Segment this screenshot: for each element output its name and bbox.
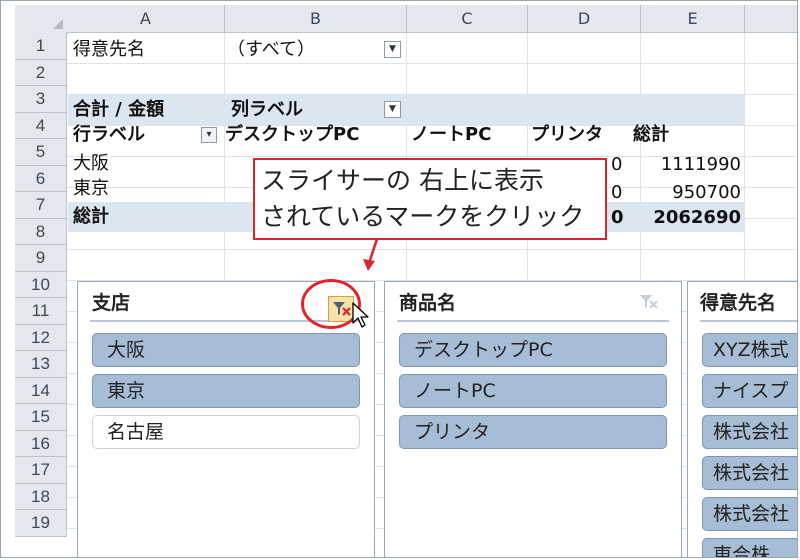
callout-line-1: スライサーの 右上に表示 (261, 166, 544, 195)
select-all-corner[interactable] (15, 5, 68, 34)
slicer-item-customer-4[interactable]: 株式会社 (702, 456, 797, 490)
col-header-notebook: ノートPC (411, 124, 492, 145)
filter-dropdown-arrow-icon[interactable]: ▼ (384, 41, 401, 58)
row-label-tokyo: 東京 (73, 178, 109, 199)
slicer-item-label: XYZ株式 (713, 339, 789, 361)
row-header-17[interactable]: 17 (15, 457, 67, 484)
row-header-2[interactable]: 2 (15, 59, 67, 86)
slicer-product[interactable]: 商品名 デスクトップPC ノートPC プリンタ (384, 281, 682, 557)
col-header-printer: プリンタ (531, 124, 603, 145)
slicer-item-label: 名古屋 (107, 421, 165, 443)
spreadsheet-window: A B C D E 1 2 3 4 5 6 7 8 9 10 11 12 13 14 15 16 17 18 19 … (0, 0, 798, 558)
clear-filter-icon-disabled[interactable] (635, 290, 661, 316)
select-all-triangle (53, 19, 63, 29)
slicer-item-customer-2[interactable]: ナイスプ (702, 374, 797, 408)
slicer-product-title: 商品名 (399, 292, 457, 314)
row-header-13[interactable]: 13 (15, 351, 67, 378)
row-header-18[interactable]: 18 (15, 483, 67, 510)
row-label-grand-total: 総計 (73, 206, 109, 227)
slicer-branch-title: 支店 (92, 292, 131, 314)
row-header-15[interactable]: 15 (15, 404, 67, 431)
slicer-item-label: 東京 (107, 380, 146, 402)
grand-total-printer-partial: 0 (611, 207, 624, 228)
slicer-item-label: 株式会社 (713, 503, 790, 525)
row-header-5[interactable]: 5 (15, 139, 67, 166)
row-header-11[interactable]: 11 (15, 298, 67, 325)
slicer-item-label: プリンタ (414, 421, 491, 443)
slicer-customer[interactable]: 得意先名 XYZ株式 ナイスプ 株式会社 株式会社 株式会社 東合株 (687, 281, 797, 558)
tokyo-total: 950700 (672, 182, 741, 203)
column-header-a[interactable]: A (67, 5, 225, 33)
slicer-item-desktop[interactable]: デスクトップPC (399, 333, 667, 367)
slicer-item-customer-3[interactable]: 株式会社 (702, 415, 797, 449)
slicer-item-osaka[interactable]: 大阪 (92, 333, 360, 367)
slicer-item-notebook[interactable]: ノートPC (399, 374, 667, 408)
row-header-3[interactable]: 3 (15, 86, 67, 113)
osaka-printer-partial: 0 (611, 154, 623, 175)
callout-line-2: されているマークをクリック (261, 202, 585, 231)
column-header-f[interactable] (745, 5, 797, 33)
slicer-item-customer-1[interactable]: XYZ株式 (702, 333, 797, 367)
row-header-12[interactable]: 12 (15, 324, 67, 351)
slicer-item-nagoya[interactable]: 名古屋 (92, 415, 360, 449)
tokyo-printer-partial: 0 (611, 182, 623, 203)
slicer-item-customer-5[interactable]: 株式会社 (702, 497, 797, 531)
pivot-sum-label: 合計 / 金額 (73, 99, 165, 120)
slicer-item-label: 東合株 (713, 544, 771, 558)
pivot-column-label: 列ラベル (231, 99, 303, 120)
osaka-total: 1111990 (660, 154, 741, 175)
col-header-desktop: デスクトップPC (225, 124, 360, 145)
slicer-item-label: ノートPC (414, 380, 496, 402)
row-header-16[interactable]: 16 (15, 430, 67, 457)
slicer-item-label: 株式会社 (713, 462, 790, 484)
slicer-item-label: 株式会社 (713, 421, 790, 443)
clear-filter-glyph (640, 295, 658, 309)
row-label-filter-icon[interactable]: ▾ (201, 127, 217, 143)
slicer-item-label: ナイスプ (713, 380, 789, 402)
column-header-d[interactable]: D (528, 5, 641, 33)
row-header-14[interactable]: 14 (15, 377, 67, 404)
row-header-9[interactable]: 9 (15, 245, 67, 272)
pivot-row-label: 行ラベル (73, 124, 145, 145)
column-header-b[interactable]: B (225, 5, 407, 33)
row-header-19[interactable]: 19 (15, 510, 67, 537)
slicer-product-divider (397, 320, 669, 322)
column-header-e[interactable]: E (641, 5, 745, 33)
slicer-item-label: 大阪 (107, 339, 146, 361)
slicer-customer-title: 得意先名 (700, 292, 777, 314)
row-header-1[interactable]: 1 (15, 33, 67, 60)
column-label-dropdown-arrow-icon[interactable]: ▼ (384, 101, 401, 118)
slicer-customer-divider (700, 320, 797, 322)
callout-arrow-icon (363, 238, 379, 271)
filter-field-label: 得意先名 (73, 39, 145, 60)
row-header-10[interactable]: 10 (15, 271, 67, 298)
slicer-item-customer-6[interactable]: 東合株 (702, 538, 797, 558)
row-header-7[interactable]: 7 (15, 192, 67, 219)
column-header-c[interactable]: C (407, 5, 528, 33)
row-header-8[interactable]: 8 (15, 218, 67, 245)
row-header-6[interactable]: 6 (15, 165, 67, 192)
filter-field-value: （すべて） (227, 39, 316, 60)
slicer-item-label: デスクトップPC (414, 339, 553, 361)
slicer-item-printer[interactable]: プリンタ (399, 415, 667, 449)
instruction-callout: スライサーの 右上に表示 されているマークをクリック (253, 158, 607, 240)
mouse-cursor-icon (352, 302, 369, 328)
slicer-item-tokyo[interactable]: 東京 (92, 374, 360, 408)
row-header-4[interactable]: 4 (15, 112, 67, 139)
grand-total: 2062690 (653, 207, 741, 228)
col-header-total: 総計 (633, 124, 669, 145)
row-label-osaka: 大阪 (73, 153, 109, 174)
